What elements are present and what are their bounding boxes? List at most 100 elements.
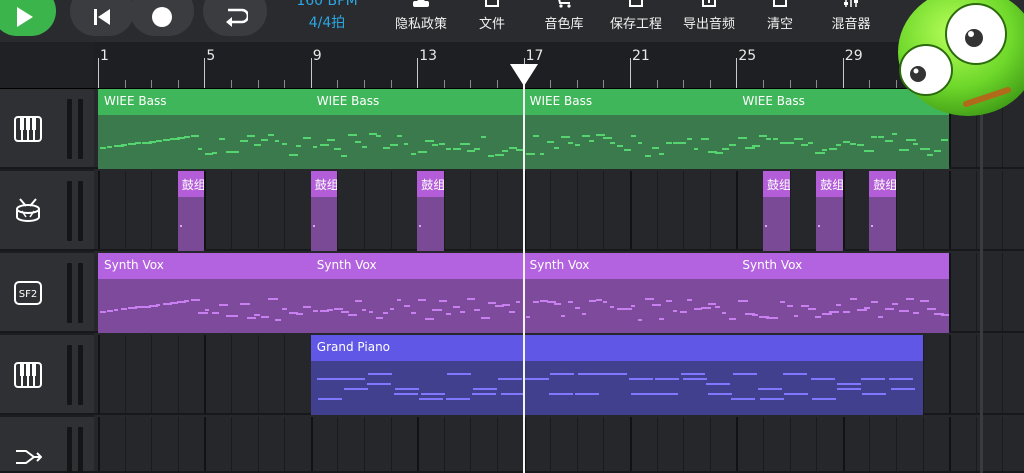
clip-note xyxy=(382,312,388,315)
menu-save-project[interactable]: 保存工程 xyxy=(607,0,665,42)
ruler-tick xyxy=(151,80,153,88)
time-signature[interactable]: 4/4拍 xyxy=(282,12,372,32)
bpm-display[interactable]: 160 BPM xyxy=(282,0,372,9)
menu-label: 混音器 xyxy=(831,17,871,32)
ruler-tick xyxy=(310,58,312,88)
menu-file[interactable]: 文件 xyxy=(475,0,509,42)
menu-clear[interactable]: 清空 xyxy=(764,0,796,42)
clip-note xyxy=(808,142,814,145)
clip[interactable]: 鼓组 xyxy=(763,171,790,251)
clip[interactable]: 鼓组 xyxy=(869,171,896,251)
clip-note xyxy=(899,149,910,152)
clip-note xyxy=(728,318,736,321)
arrangement-grid[interactable]: WIEE Bass WIEE Bass WIEE Bass WIEE Bass 鼓组 鼓组… xyxy=(94,89,1024,473)
clip-note xyxy=(333,147,341,150)
clip-note xyxy=(843,311,850,314)
clip-note xyxy=(560,135,571,138)
clip-note xyxy=(658,317,665,320)
clip-note xyxy=(261,139,269,142)
clip[interactable]: WIEE Bass xyxy=(310,89,524,169)
clip[interactable]: WIEE Bass xyxy=(523,89,737,169)
clip-note xyxy=(375,316,383,319)
clip[interactable]: 鼓组 xyxy=(310,171,338,251)
clip-note xyxy=(107,145,113,148)
clip-note xyxy=(382,146,391,149)
grid-line xyxy=(949,253,952,331)
clip-note xyxy=(135,142,141,145)
ruler-tick xyxy=(204,58,206,88)
clip[interactable]: Synth Vox xyxy=(310,253,524,333)
playhead-marker[interactable] xyxy=(509,64,538,86)
track-header-drums[interactable] xyxy=(0,171,94,251)
grid-line xyxy=(204,417,207,471)
track-header-grand-piano[interactable] xyxy=(0,335,94,415)
clip-note xyxy=(728,144,737,147)
track-header-bus[interactable] xyxy=(0,417,94,473)
play-button[interactable] xyxy=(0,0,56,36)
menu-sound-library[interactable]: 音色库 xyxy=(542,0,586,42)
track-meter xyxy=(67,181,84,241)
piano-keys-icon[interactable] xyxy=(14,115,42,143)
clip[interactable]: Synth Vox xyxy=(736,253,950,333)
clip[interactable]: 鼓组 xyxy=(417,171,444,251)
timeline-ruler[interactable]: 1 5 9 13 17 21 25 29 xyxy=(94,42,1024,89)
track-lane[interactable] xyxy=(94,417,1024,473)
menu-export-audio[interactable]: 导出音频 xyxy=(680,0,738,42)
grid-line xyxy=(949,417,952,471)
clip-note xyxy=(760,398,785,400)
clip-note xyxy=(333,307,344,310)
playhead-line[interactable] xyxy=(522,66,525,473)
rewind-button[interactable] xyxy=(70,0,134,36)
clip-note xyxy=(801,304,810,307)
bus-input-icon[interactable] xyxy=(14,443,42,471)
clip-note xyxy=(389,144,399,147)
vertical-scrollbar[interactable] xyxy=(980,89,983,473)
track-meter xyxy=(67,427,84,473)
grid-line xyxy=(151,171,153,249)
clip-note xyxy=(548,393,573,395)
grid-line xyxy=(470,417,472,471)
clip-label: 鼓组 xyxy=(177,171,205,197)
clip[interactable]: 鼓组 xyxy=(816,171,843,251)
clip-note xyxy=(609,306,614,309)
clip-body xyxy=(310,279,524,333)
clip-note xyxy=(553,302,562,305)
clip[interactable]: WIEE Bass xyxy=(98,89,311,169)
piano-keys-icon[interactable] xyxy=(14,361,42,389)
clip-note xyxy=(941,139,948,142)
clip-note xyxy=(890,388,915,390)
track-header-synth-vox[interactable]: SF2 xyxy=(0,253,94,333)
clip-note xyxy=(787,305,794,308)
clip-note xyxy=(149,140,156,143)
record-button[interactable] xyxy=(130,0,194,36)
clip[interactable]: Synth Vox xyxy=(523,253,737,333)
drum-icon[interactable] xyxy=(14,197,42,225)
track-header-bass[interactable] xyxy=(0,89,94,169)
clip-note xyxy=(212,312,219,315)
clip-note xyxy=(396,299,402,302)
menu-privacy[interactable]: 隐私政策 xyxy=(393,0,449,42)
clip-note xyxy=(508,311,515,314)
clip[interactable]: Synth Vox xyxy=(98,253,311,333)
clip-note xyxy=(700,137,709,140)
clip-note xyxy=(247,316,256,319)
grid-line xyxy=(736,171,739,249)
clip-note xyxy=(837,388,862,390)
clip-note xyxy=(466,150,475,153)
grid-line xyxy=(417,417,420,471)
clip[interactable]: Grand Piano xyxy=(310,335,923,415)
clip-note xyxy=(100,310,106,313)
clip-note xyxy=(480,317,490,320)
clip-note xyxy=(419,398,444,400)
clip-body xyxy=(310,361,923,415)
clip[interactable]: 鼓组 xyxy=(177,171,205,251)
grid-line xyxy=(124,335,126,413)
loop-button[interactable] xyxy=(203,0,267,36)
clip-note xyxy=(539,152,545,155)
clip-note xyxy=(268,133,275,136)
clip-note xyxy=(574,143,581,146)
clip-note xyxy=(623,148,632,151)
clip-note xyxy=(871,225,874,227)
sf2-icon[interactable]: SF2 xyxy=(14,279,42,307)
menu-mixer[interactable]: 混音器 xyxy=(828,0,874,42)
